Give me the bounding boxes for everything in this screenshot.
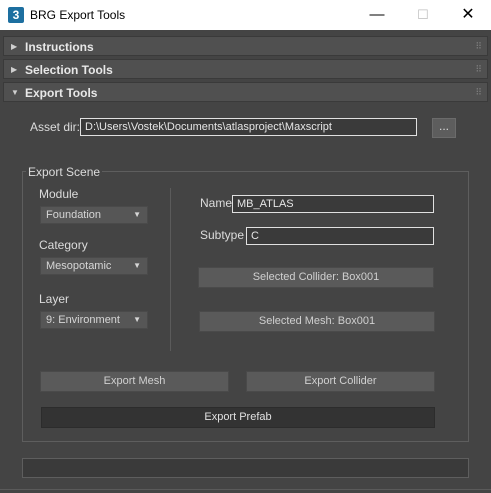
category-selected: Mesopotamic (46, 260, 112, 272)
grip-dots-icon: ⠿ (475, 87, 482, 97)
grip-dots-icon: ⠿ (475, 64, 482, 74)
layer-label: Layer (39, 292, 70, 306)
triangle-right-icon: ▶ (11, 42, 18, 51)
group-divider (170, 188, 171, 351)
minimize-button[interactable]: — (354, 0, 400, 30)
rollout-title: Export Tools (25, 86, 98, 100)
export-scene-title: Export Scene (26, 165, 103, 179)
module-dropdown[interactable]: Foundation ▼ (40, 206, 148, 224)
rollout-selection-tools[interactable]: ▶ Selection Tools ⠿ (3, 59, 488, 79)
progress-bar (22, 458, 469, 478)
layer-dropdown[interactable]: 9: Environment ▼ (40, 311, 148, 329)
maximize-button[interactable]: ☐ (400, 0, 446, 30)
export-collider-button[interactable]: Export Collider (246, 371, 435, 392)
name-label: Name (200, 196, 233, 210)
category-label: Category (39, 238, 88, 252)
triangle-down-icon: ▼ (133, 315, 141, 324)
asset-dir-field[interactable]: D:\Users\Vostek\Documents\atlasproject\M… (80, 118, 417, 136)
rollout-title: Instructions (25, 40, 94, 54)
asset-dir-label: Asset dir: (30, 120, 81, 134)
rollout-instructions[interactable]: ▶ Instructions ⠿ (3, 36, 488, 56)
close-button[interactable]: ✕ (445, 0, 491, 30)
subtype-field[interactable]: C (246, 227, 434, 245)
grip-dots-icon: ⠿ (475, 41, 482, 51)
export-mesh-button[interactable]: Export Mesh (40, 371, 229, 392)
rollout-title: Selection Tools (25, 63, 113, 77)
browse-button[interactable]: ... (432, 118, 456, 138)
category-dropdown[interactable]: Mesopotamic ▼ (40, 257, 148, 275)
name-field[interactable]: MB_ATLAS (232, 195, 434, 213)
triangle-right-icon: ▶ (11, 65, 18, 74)
triangle-down-icon: ▼ (11, 88, 19, 97)
subtype-label: Subtype (200, 228, 245, 242)
module-label: Module (39, 187, 79, 201)
rollout-export-tools[interactable]: ▼ Export Tools ⠿ (3, 82, 488, 102)
3dsmax-app-icon: 3 (8, 7, 24, 23)
bottom-border (0, 489, 491, 490)
window-title: BRG Export Tools (30, 8, 126, 22)
layer-selected: 9: Environment (46, 314, 120, 326)
window-titlebar: 3 BRG Export Tools — ☐ ✕ (0, 0, 491, 30)
selected-mesh-button[interactable]: Selected Mesh: Box001 (199, 311, 435, 332)
export-prefab-button[interactable]: Export Prefab (41, 407, 435, 428)
selected-collider-button[interactable]: Selected Collider: Box001 (198, 267, 434, 288)
triangle-down-icon: ▼ (133, 210, 141, 219)
triangle-down-icon: ▼ (133, 261, 141, 270)
module-selected: Foundation (46, 209, 102, 221)
